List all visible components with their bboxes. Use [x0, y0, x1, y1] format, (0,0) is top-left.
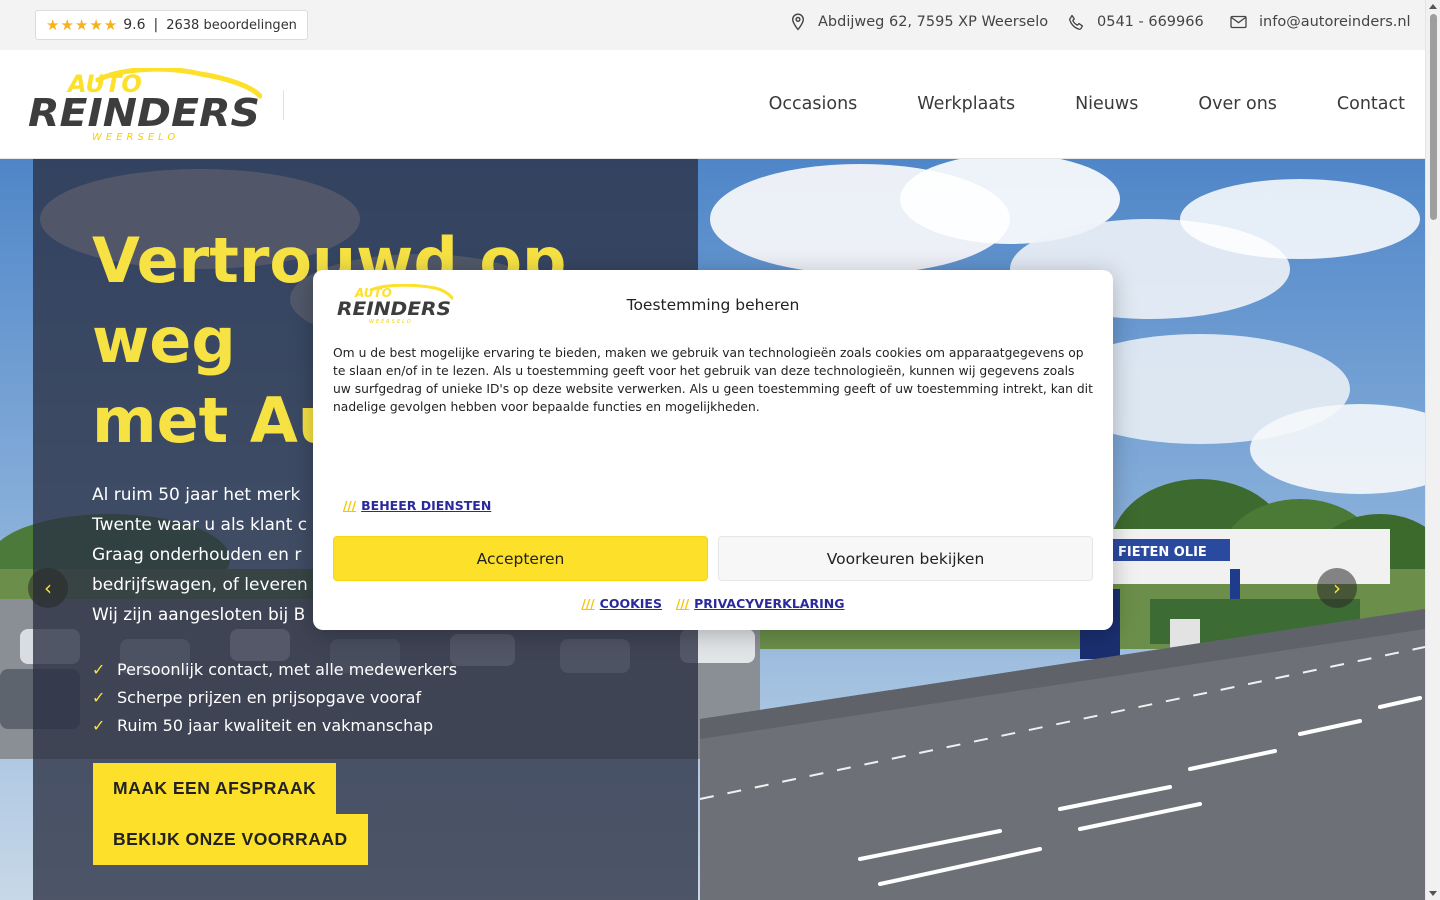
check-icon: ✓ [92, 688, 106, 707]
mail-icon [1230, 15, 1247, 29]
cookies-link-item: /// COOKIES [582, 596, 662, 611]
cookie-consent-dialog: AUTO REINDERS WEERSELO Toestemming beher… [313, 270, 1113, 630]
check-icon: ✓ [92, 660, 106, 679]
logo-weerselo-text: WEERSELO [92, 132, 179, 142]
top-bar: ★★★★★ 9.6 | 2638 beoordelingen Abdijweg … [0, 0, 1425, 50]
usp-list: ✓ Persoonlijk contact, met alle medewerke… [92, 656, 457, 740]
manage-services-link[interactable]: BEHEER DIENSTEN [361, 498, 491, 513]
usp-text: Persoonlijk contact, met alle medewerker… [117, 660, 458, 679]
scrollbar-thumb[interactable] [1430, 14, 1437, 220]
map-pin-icon [791, 13, 805, 31]
logo-reinders-text: REINDERS [28, 91, 260, 135]
rating-count: 2638 beoordelingen [166, 17, 297, 33]
rating-stars-icon: ★★★★★ [46, 16, 119, 34]
cookies-link[interactable]: COOKIES [600, 596, 662, 611]
nav-item-werkplaats[interactable]: Werkplaats [917, 94, 1015, 114]
rating-separator: | [153, 17, 159, 33]
accept-button[interactable]: Accepteren [333, 536, 708, 581]
phone-link[interactable]: 0541 - 669966 [1068, 0, 1204, 44]
dialog-footer-links: /// COOKIES /// PRIVACYVERKLARING [313, 596, 1113, 611]
chevron-right-icon: › [1333, 576, 1341, 600]
slider-prev-button[interactable]: ‹ [28, 568, 68, 608]
auto-reinders-logo[interactable]: AUTO REINDERS WEERSELO [26, 68, 262, 142]
modal-logo-weerselo: WEERSELO [369, 319, 413, 324]
chevron-left-icon: ‹ [44, 576, 52, 600]
gas-station-sign: FIETEN OLIE [1118, 545, 1207, 560]
nav-item-contact[interactable]: Contact [1337, 94, 1405, 114]
scroll-up-icon[interactable] [1429, 4, 1437, 9]
address-link[interactable]: Abdijweg 62, 7595 XP Weerselo [790, 0, 1048, 44]
usp-item: ✓ Scherpe prijzen en prijsopgave vooraf [92, 684, 457, 712]
usp-text: Scherpe prijzen en prijsopgave vooraf [117, 688, 422, 707]
view-inventory-button[interactable]: BEKIJK ONZE VOORRAAD [93, 814, 368, 865]
rating-score: 9.6 [123, 17, 146, 33]
page-scrollbar[interactable] [1425, 0, 1440, 900]
usp-text: Ruim 50 jaar kwaliteit en vakmanschap [117, 716, 434, 735]
dialog-body-text: Om u de best mogelijke ervaring te biede… [333, 346, 1093, 414]
usp-item: ✓ Ruim 50 jaar kwaliteit en vakmanschap [92, 712, 457, 740]
slash-decoration: /// [581, 596, 595, 611]
slider-next-button[interactable]: › [1317, 568, 1357, 608]
scroll-down-icon[interactable] [1429, 891, 1437, 896]
address-text: Abdijweg 62, 7595 XP Weerselo [818, 14, 1049, 30]
view-preferences-button[interactable]: Voorkeuren bekijken [718, 536, 1093, 581]
nav-item-occasions[interactable]: Occasions [769, 94, 858, 114]
nav-item-nieuws[interactable]: Nieuws [1075, 94, 1138, 114]
site-header: AUTO REINDERS WEERSELO Occasions Werkpla… [0, 50, 1425, 159]
slash-decoration: /// [675, 596, 690, 611]
nav-item-over-ons[interactable]: Over ons [1198, 94, 1277, 114]
email-link[interactable]: info@autoreinders.nl [1230, 0, 1411, 44]
email-text: info@autoreinders.nl [1259, 14, 1411, 30]
logo-divider [283, 90, 284, 120]
phone-icon [1069, 14, 1084, 30]
usp-item: ✓ Persoonlijk contact, met alle medewerke… [92, 656, 457, 684]
review-rating-badge[interactable]: ★★★★★ 9.6 | 2638 beoordelingen [35, 10, 308, 40]
phone-text: 0541 - 669966 [1097, 14, 1204, 30]
dialog-title: Toestemming beheren [626, 296, 800, 314]
manage-services: /// BEHEER DIENSTEN [343, 498, 491, 513]
slash-decoration: /// [343, 498, 357, 513]
privacy-link-item: /// PRIVACYVERKLARING [676, 596, 844, 611]
make-appointment-button[interactable]: MAAK EEN AFSPRAAK [93, 763, 337, 814]
main-nav: Occasions Werkplaats Nieuws Over ons Con… [709, 50, 1405, 157]
check-icon: ✓ [92, 716, 106, 735]
privacy-statement-link[interactable]: PRIVACYVERKLARING [694, 596, 844, 611]
